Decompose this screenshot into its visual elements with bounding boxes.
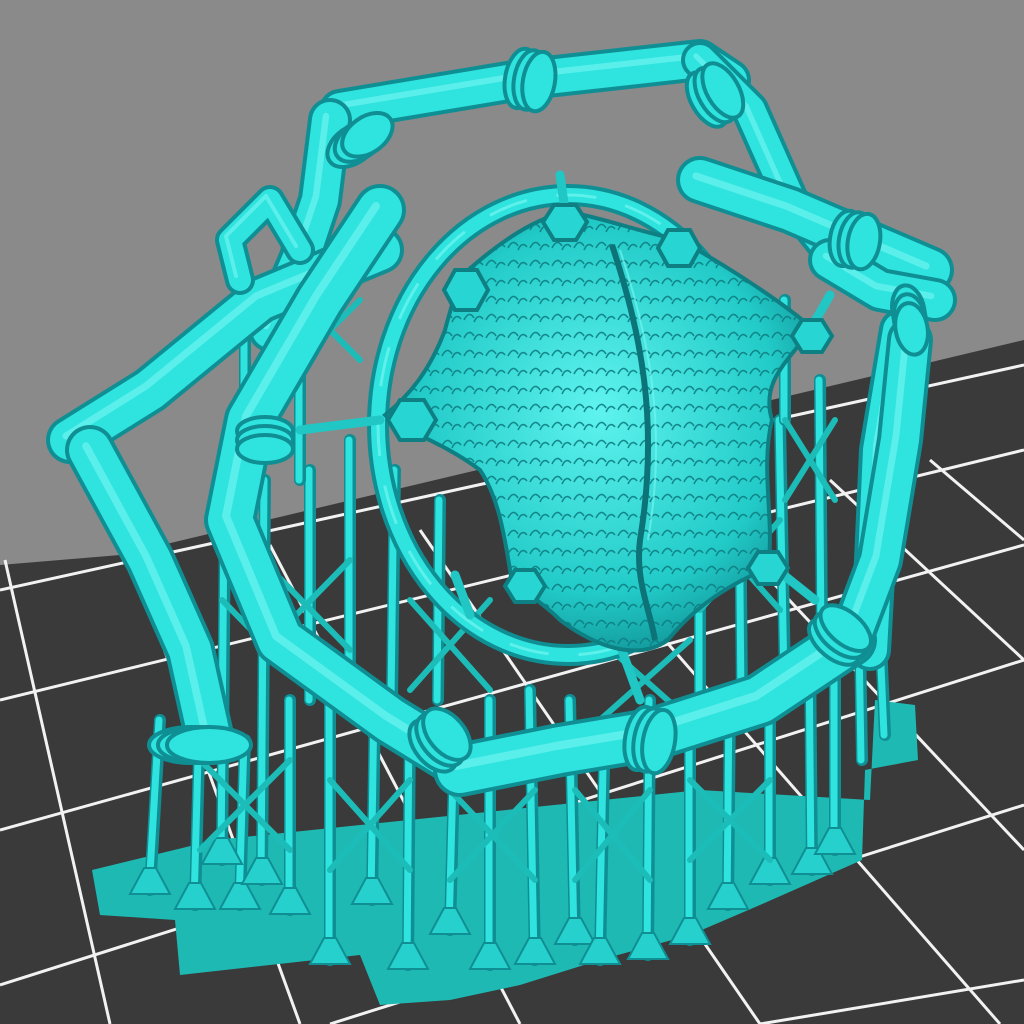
- 3d-viewport[interactable]: [0, 0, 1024, 1024]
- support-pillar-highlight: [775, 416, 788, 684]
- rope-lashing: [235, 433, 295, 465]
- scene-canvas[interactable]: [0, 0, 1024, 1024]
- rope-lashing: [165, 725, 253, 765]
